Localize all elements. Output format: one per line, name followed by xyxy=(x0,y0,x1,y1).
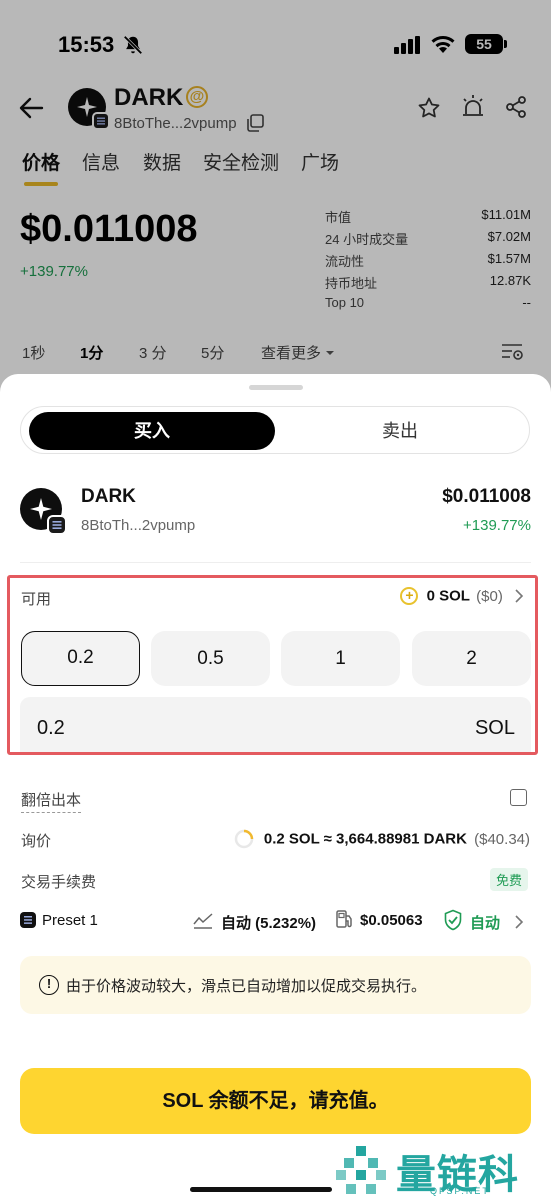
mev-protection-value: 自动 xyxy=(470,915,501,932)
chevron-right-icon xyxy=(515,915,524,929)
token-logo xyxy=(20,488,67,535)
watermark-subtitle: QFSP.NET xyxy=(430,1186,490,1196)
double-principal-label: 翻倍出本 xyxy=(21,789,82,813)
insufficient-balance-button[interactable]: SOL 余额不足，请充值。 xyxy=(20,1068,531,1134)
fee-label: 交易手续费 xyxy=(21,874,97,891)
watermark: 量链科技 QFSP.NET xyxy=(334,1140,551,1198)
token-name: DARK xyxy=(81,486,136,507)
quote-label: 询价 xyxy=(21,833,52,850)
info-icon: ! xyxy=(39,975,59,995)
slippage-icon xyxy=(193,913,213,929)
free-badge: 免费 xyxy=(490,868,529,891)
highlight-box xyxy=(7,575,538,755)
token-change: +139.77% xyxy=(463,517,531,534)
preset-label: Preset 1 xyxy=(42,912,98,929)
divider xyxy=(20,562,531,563)
token-address: 8BtoTh...2vpump xyxy=(81,517,196,534)
gas-pump-icon xyxy=(336,910,352,928)
token-price: $0.011008 xyxy=(442,486,531,507)
quote-text: 0.2 SOL ≈ 3,664.88981 DARK xyxy=(263,830,467,848)
buy-sell-toggle: 买入 卖出 xyxy=(20,406,530,454)
warning-text: 由于价格波动较大，滑点已自动增加以促成交易执行。 xyxy=(66,978,427,995)
token-summary: DARK 8BtoTh...2vpump $0.011008 +139.77% xyxy=(20,486,531,536)
sell-tab[interactable]: 卖出 xyxy=(277,412,523,450)
watermark-logo-icon xyxy=(336,1146,386,1194)
gas-value: $0.05063 xyxy=(360,912,423,929)
sheet-grabber[interactable] xyxy=(249,385,303,390)
shield-check-icon xyxy=(444,909,462,931)
quote-usd: ($40.34) xyxy=(474,830,530,848)
slippage-warning: ! 由于价格波动较大，滑点已自动增加以促成交易执行。 xyxy=(20,956,531,1014)
quote-value: 0.2 SOL ≈ 3,664.88981 DARK ($40.34) xyxy=(234,829,530,849)
double-principal-checkbox[interactable] xyxy=(510,789,527,806)
trade-sheet: 买入 卖出 DARK 8BtoTh...2vpump $0.011008 +13… xyxy=(0,374,551,1200)
modal-backdrop[interactable] xyxy=(0,0,551,400)
slippage-value: 自动 (5.232%) xyxy=(221,915,317,932)
home-indicator[interactable] xyxy=(190,1187,332,1192)
buy-tab[interactable]: 买入 xyxy=(29,412,275,450)
solana-chain-icon xyxy=(47,515,67,535)
loading-spinner-icon xyxy=(234,829,253,849)
solana-chain-icon xyxy=(20,912,36,928)
preset-row[interactable]: Preset 1 自动 (5.232%) $0.05063 自动 xyxy=(20,908,531,934)
